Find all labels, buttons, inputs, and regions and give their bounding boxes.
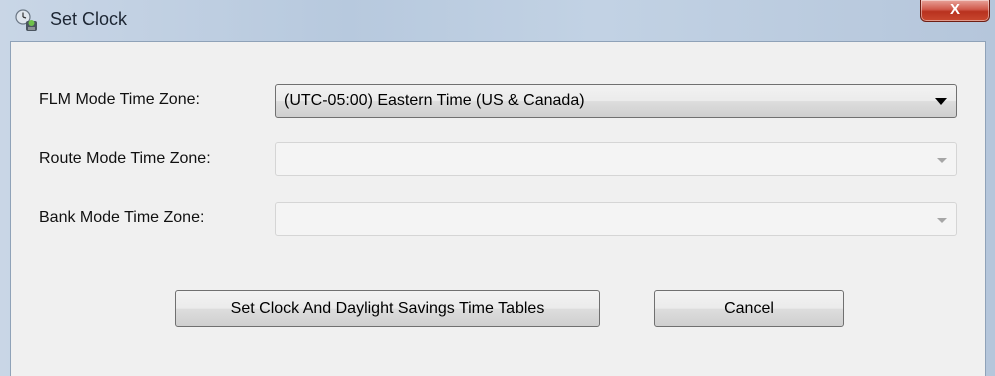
window-title: Set Clock [50, 9, 128, 29]
close-icon: X [949, 1, 960, 18]
flm-mode-label: FLM Mode Time Zone: [39, 91, 200, 108]
route-mode-timezone-select[interactable] [275, 142, 957, 176]
route-mode-label: Route Mode Time Zone: [39, 150, 211, 167]
cancel-button[interactable]: Cancel [654, 290, 844, 327]
close-button[interactable]: X [920, 0, 990, 22]
chevron-down-icon[interactable] [937, 158, 947, 163]
clock-app-icon [14, 8, 40, 34]
chevron-down-icon[interactable] [935, 98, 947, 105]
set-clock-button[interactable]: Set Clock And Daylight Savings Time Tabl… [175, 290, 600, 327]
flm-mode-timezone-select[interactable]: (UTC-05:00) Eastern Time (US & Canada) [275, 84, 957, 118]
bank-mode-label: Bank Mode Time Zone: [39, 209, 205, 226]
title-bar[interactable]: Set Clock X [0, 0, 995, 42]
chevron-down-icon[interactable] [937, 218, 947, 223]
set-clock-window: Set Clock X FLM Mode Time Zone: (UTC-05:… [0, 0, 995, 376]
dialog-body: FLM Mode Time Zone: (UTC-05:00) Eastern … [10, 41, 986, 376]
bank-mode-timezone-select[interactable] [275, 202, 957, 236]
flm-mode-timezone-value: (UTC-05:00) Eastern Time (US & Canada) [284, 92, 585, 109]
